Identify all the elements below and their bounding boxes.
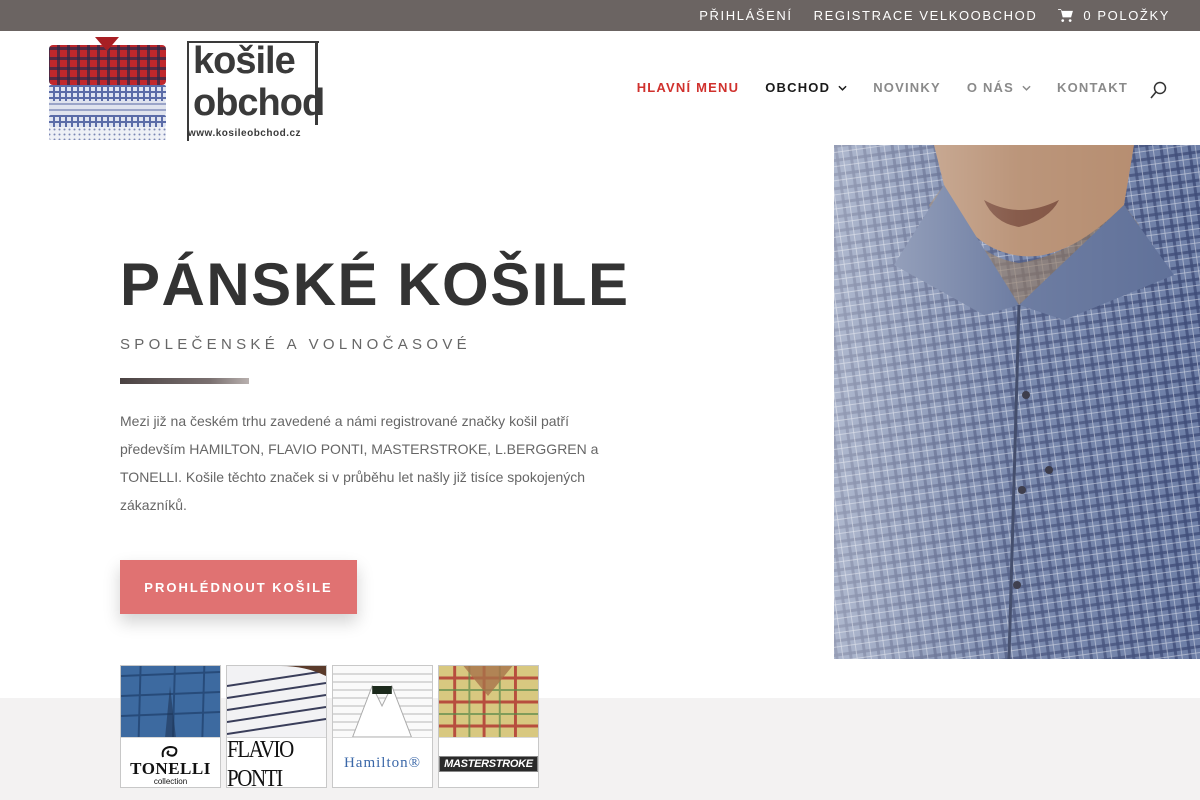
tonelli-swirl-icon <box>162 745 178 757</box>
hero-subtitle: SPOLEČENSKÉ A VOLNOČASOVÉ <box>120 336 471 353</box>
brand-tile-flavio-ponti[interactable]: FLAVIO PONTI <box>226 665 327 788</box>
top-bar: PŘIHLÁŠENÍ REGISTRACE VELKOOBCHOD 0 POLO… <box>0 0 1200 31</box>
tonelli-logo: TONELLI collection <box>121 737 220 787</box>
tonelli-wordmark: TONELLI <box>130 758 211 778</box>
nav-shop-label: OBCHOD <box>765 80 831 95</box>
masterstroke-wordmark: MASTERSTROKE <box>439 755 538 772</box>
flavio-ponti-wordmark: FLAVIO PONTI <box>227 734 294 788</box>
login-link[interactable]: PŘIHLÁŠENÍ <box>699 8 792 23</box>
flavio-ponti-shirt-image <box>227 666 326 737</box>
chevron-down-icon <box>1022 85 1031 91</box>
brand-tiles: TONELLI collection FLAVIO PONTI Hamilton… <box>120 665 539 788</box>
masterstroke-shirt-image <box>439 666 538 737</box>
hamilton-logo: Hamilton® <box>333 737 432 787</box>
logo-word-2: obchod <box>193 82 325 124</box>
nav-news[interactable]: NOVINKY <box>873 80 941 95</box>
main-nav: HLAVNÍ MENU OBCHOD NOVINKY O NÁS KONTAKT <box>637 80 1128 95</box>
shirt-stack-logo-image <box>49 37 166 140</box>
hamilton-shirt-image <box>333 666 432 737</box>
hero-description: Mezi již na českém trhu zavedené a námi … <box>120 413 599 513</box>
wholesale-register-link[interactable]: REGISTRACE VELKOOBCHOD <box>814 8 1038 23</box>
tonelli-shirt-image <box>121 666 220 737</box>
brand-tile-tonelli[interactable]: TONELLI collection <box>120 665 221 788</box>
site-header: košile obchod www.kosileobchod.cz HLAVNÍ… <box>0 31 1200 145</box>
tonelli-subline: collection <box>153 776 188 786</box>
cart-link[interactable]: 0 POLOŽKY <box>1058 8 1170 23</box>
hero-title: PÁNSKÉ KOŠILE <box>120 251 630 318</box>
nav-contact[interactable]: KONTAKT <box>1057 80 1128 95</box>
hero-model-photo <box>834 145 1200 659</box>
chevron-down-icon <box>838 85 847 91</box>
masterstroke-logo: MASTERSTROKE <box>439 737 538 787</box>
nav-about[interactable]: O NÁS <box>967 80 1031 95</box>
flavio-ponti-logo: FLAVIO PONTI <box>227 734 326 788</box>
search-icon[interactable] <box>1150 81 1167 100</box>
logo-url: www.kosileobchod.cz <box>188 128 302 139</box>
hamilton-wordmark: Hamilton® <box>343 755 422 771</box>
logo-word-1: košile <box>193 40 296 82</box>
brand-tile-hamilton[interactable]: Hamilton® <box>332 665 433 788</box>
nav-about-label: O NÁS <box>966 80 1015 95</box>
nav-contact-label: KONTAKT <box>1057 80 1128 95</box>
nav-shop[interactable]: OBCHOD <box>765 80 847 95</box>
nav-main-menu[interactable]: HLAVNÍ MENU <box>637 80 740 95</box>
nav-main-menu-label: HLAVNÍ MENU <box>636 80 740 95</box>
top-bar-links: PŘIHLÁŠENÍ REGISTRACE VELKOOBCHOD 0 POLO… <box>699 0 1170 31</box>
site-logo[interactable]: košile obchod www.kosileobchod.cz <box>47 37 325 141</box>
cart-count: 0 POLOŽKY <box>1083 8 1170 23</box>
browse-shirts-button[interactable]: PROHLÉDNOUT KOŠILE <box>120 560 357 614</box>
cart-icon <box>1058 9 1074 22</box>
nav-news-label: NOVINKY <box>873 80 941 95</box>
hero-divider <box>120 378 249 384</box>
brand-tile-masterstroke[interactable]: MASTERSTROKE <box>438 665 539 788</box>
